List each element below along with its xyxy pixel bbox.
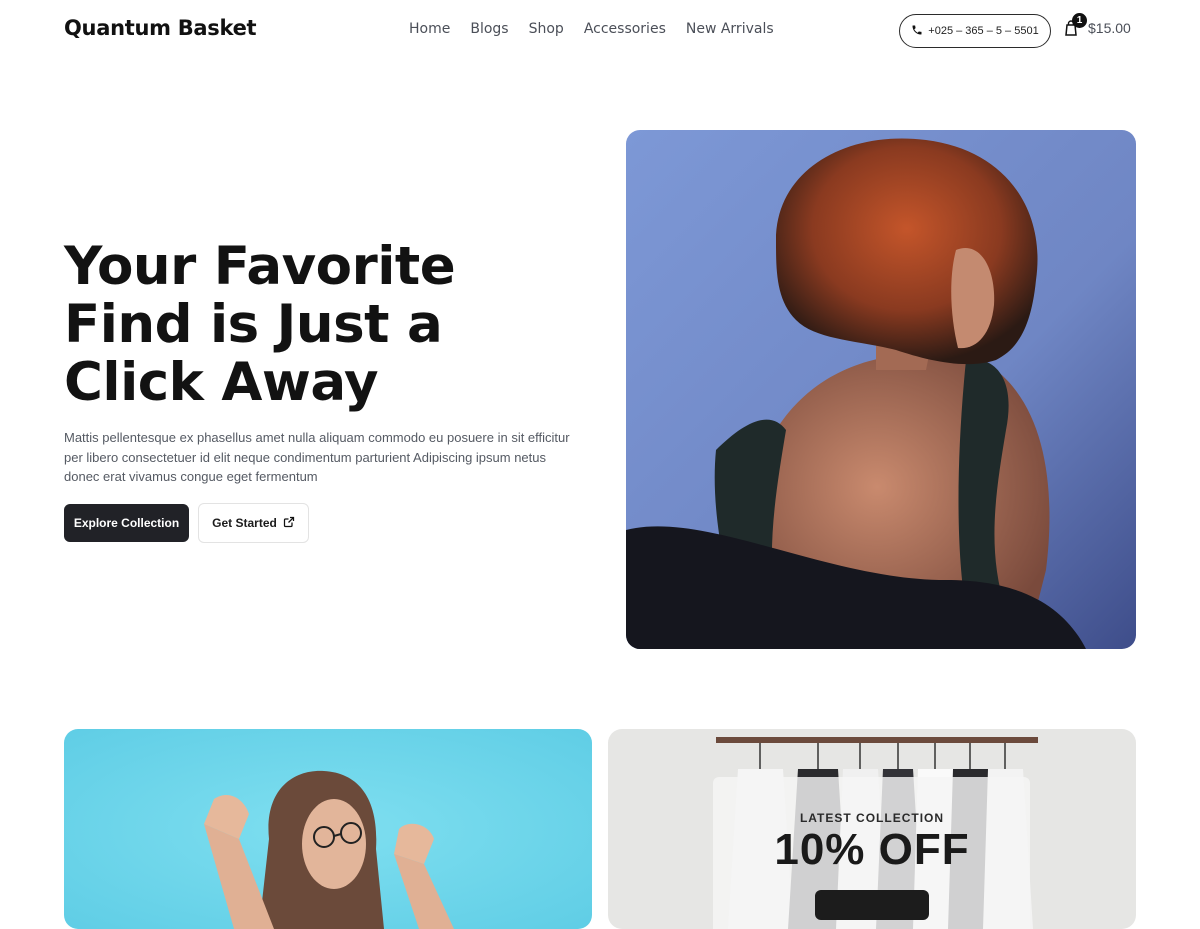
phone-number: +025 – 365 – 5 – 5501 (928, 25, 1039, 37)
promo-shop-button[interactable] (815, 890, 929, 920)
cart-count-badge: 1 (1072, 13, 1087, 28)
cart-total: $15.00 (1088, 20, 1131, 36)
explore-collection-button[interactable]: Explore Collection (64, 504, 189, 542)
nav-home[interactable]: Home (409, 21, 450, 37)
shopping-bag-icon: 1 (1064, 13, 1087, 36)
promo-card[interactable]: LATEST COLLECTION 10% OFF (608, 729, 1136, 929)
external-link-icon (283, 516, 295, 531)
site-logo[interactable]: Quantum Basket (64, 16, 257, 40)
phone-icon (911, 24, 923, 39)
hero-description: Mattis pellentesque ex phasellus amet nu… (64, 430, 570, 484)
phone-button[interactable]: +025 – 365 – 5 – 5501 (899, 14, 1051, 48)
promo-eyebrow: LATEST COLLECTION (799, 811, 945, 825)
promo-headline: 10% OFF (774, 825, 970, 874)
nav-new-arrivals[interactable]: New Arrivals (686, 21, 774, 37)
nav-blogs[interactable]: Blogs (470, 21, 508, 37)
category-card-left[interactable] (64, 729, 592, 929)
cart-button[interactable]: 1 $15.00 (1064, 13, 1131, 36)
hero-image (626, 130, 1136, 649)
get-started-label: Get Started (212, 516, 277, 530)
nav-shop[interactable]: Shop (529, 21, 564, 37)
main-nav: Home Blogs Shop Accessories New Arrivals (409, 21, 774, 37)
site-header: Quantum Basket Home Blogs Shop Accessori… (0, 0, 1200, 62)
nav-accessories[interactable]: Accessories (584, 21, 666, 37)
get-started-button[interactable]: Get Started (198, 503, 309, 543)
hero-title: Your Favorite Find is Just a Click Away (64, 236, 456, 413)
